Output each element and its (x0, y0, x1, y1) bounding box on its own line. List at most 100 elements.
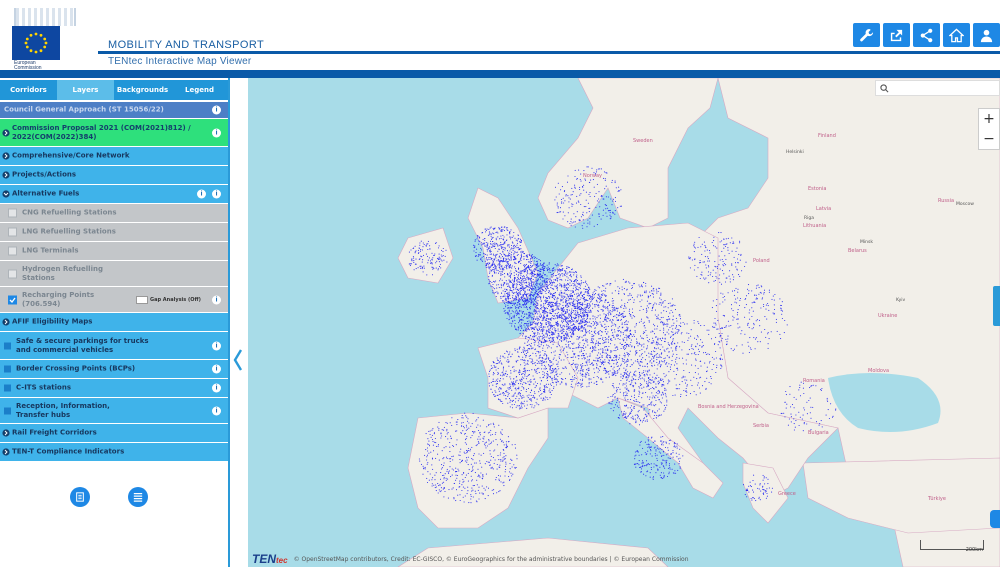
layer-label: Border Crossing Points (BCPs) (16, 364, 136, 373)
share-icon[interactable] (913, 23, 940, 47)
info-icon[interactable]: i (212, 406, 221, 415)
collapse-sidebar-handle[interactable] (230, 78, 248, 567)
layer-border-crossing[interactable]: Border Crossing Points (BCPs) i (0, 360, 228, 379)
tab-corridors[interactable]: Corridors (0, 80, 57, 100)
map-canvas[interactable]: Finland Sweden Norway Estonia Latvia Lit… (248, 78, 1000, 567)
layer-label: Hydrogen Refuelling Stations (22, 264, 103, 282)
info-icon[interactable]: i (212, 189, 221, 199)
eu-flag-icon (12, 26, 60, 60)
info-icon[interactable]: i (212, 341, 221, 350)
layer-lng-stations[interactable]: LNG Refuelling Stations (0, 223, 228, 242)
info-icon[interactable]: i (212, 128, 221, 137)
layer-comprehensive-core[interactable]: Comprehensive/Core Network (0, 147, 228, 166)
city-riga: Riga (804, 216, 814, 221)
chevron-down-icon (2, 190, 10, 198)
tentec-logo: TENtec (252, 552, 288, 566)
layer-safe-parkings[interactable]: Safe & secure parkings for trucks and co… (0, 332, 228, 360)
layer-label: Projects/Actions (12, 170, 77, 179)
zoom-control: + − (978, 108, 1000, 150)
zoom-in-button[interactable]: + (979, 109, 999, 129)
label-estonia: Estonia (808, 186, 827, 192)
label-greece: Greece (778, 491, 796, 497)
app-title: MOBILITY AND TRANSPORT (108, 39, 265, 51)
label-ukraine: Ukraine (878, 313, 898, 319)
layer-label: Commission Proposal 2021 (COM(2021)812) … (12, 123, 191, 141)
tab-backgrounds[interactable]: Backgrounds (114, 80, 171, 100)
locate-button[interactable] (990, 510, 1000, 528)
label-norway: Norway (583, 173, 602, 179)
wrench-icon[interactable] (853, 23, 880, 47)
info-icon[interactable]: i (197, 189, 206, 199)
document-icon[interactable] (70, 487, 90, 507)
info-icon[interactable]: i (212, 105, 221, 115)
layer-cits-stations[interactable]: C-ITS stations i (0, 379, 228, 398)
scale-label: 200km (965, 547, 983, 553)
layer-label: LNG Refuelling Stations (22, 227, 116, 236)
gap-analysis-label: Gap Analysis (Off) (150, 296, 201, 303)
layer-projects-actions[interactable]: Projects/Actions (0, 166, 228, 185)
layer-tent-compliance[interactable]: TEN-T Compliance Indicators (0, 443, 228, 462)
chevron-right-icon (2, 152, 10, 160)
european-commission-logo[interactable]: European Commission (12, 8, 92, 71)
layer-label: Safe & secure parkings for trucks and co… (16, 336, 149, 354)
tab-legend[interactable]: Legend (171, 80, 228, 100)
layer-commission-proposal[interactable]: Commission Proposal 2021 (COM(2021)812) … (0, 119, 228, 147)
zoom-out-button[interactable]: − (979, 129, 999, 149)
label-bulgaria: Bulgaria (808, 430, 829, 436)
city-kyiv: Kyiv (896, 298, 906, 303)
layer-list: Council General Approach (ST 15056/22) i… (0, 102, 228, 462)
map-attribution: TENtec © OpenStreetMap contributors, Cre… (252, 552, 689, 566)
layer-checkbox[interactable] (4, 407, 11, 414)
label-finland: Finland (818, 133, 836, 139)
layer-recharging-points[interactable]: Recharging Points (706.594) Gap Analysis… (0, 287, 228, 313)
info-icon[interactable]: i (212, 364, 221, 374)
layer-checkbox[interactable] (8, 246, 17, 256)
layer-checkbox[interactable] (4, 384, 11, 392)
gap-analysis-toggle[interactable]: Gap Analysis (Off) (136, 295, 201, 304)
layer-rail-freight[interactable]: Rail Freight Corridors (0, 424, 228, 443)
right-panel-tab[interactable] (993, 286, 1000, 326)
layer-checkbox[interactable] (8, 227, 17, 237)
layer-label: C-ITS stations (16, 383, 72, 392)
layer-lng-terminals[interactable]: LNG Terminals (0, 242, 228, 261)
label-belarus: Belarus (848, 248, 867, 254)
share-out-icon[interactable] (883, 23, 910, 47)
label-poland: Poland (753, 258, 770, 264)
layer-label: Recharging Points (706.594) (22, 290, 95, 308)
layer-council-approach[interactable]: Council General Approach (ST 15056/22) i (0, 102, 228, 119)
layer-checkbox-checked[interactable] (8, 295, 17, 304)
label-romania: Romania (803, 378, 825, 384)
info-icon[interactable]: i (212, 383, 221, 393)
label-lithuania: Lithuania (803, 223, 827, 229)
user-icon[interactable] (973, 23, 1000, 47)
list-icon[interactable] (128, 487, 148, 507)
chevron-left-icon[interactable] (233, 348, 243, 372)
layer-checkbox[interactable] (4, 342, 11, 349)
layer-checkbox[interactable] (4, 365, 11, 373)
layer-label: Council General Approach (ST 15056/22) (4, 105, 164, 114)
layer-alternative-fuels[interactable]: Alternative Fuels i i (0, 185, 228, 204)
label-turkiye: Türkiye (928, 496, 946, 502)
map-viewer-app: European Commission MOBILITY AND TRANSPO… (0, 0, 1000, 567)
layer-hydrogen-stations[interactable]: Hydrogen Refuelling Stations (0, 261, 228, 287)
chevron-right-icon (2, 448, 10, 456)
info-icon[interactable]: i (212, 295, 221, 304)
layer-reception-hubs[interactable]: Reception, Information, Transfer hubs i (0, 398, 228, 424)
layer-label: CNG Refuelling Stations (22, 208, 117, 217)
city-helsinki: Helsinki (786, 150, 804, 155)
map-search-input[interactable] (875, 80, 1000, 96)
scale-bar: 200km (920, 540, 984, 553)
layer-checkbox[interactable] (8, 269, 17, 278)
layer-afif-maps[interactable]: AFIF Eligibility Maps (0, 313, 228, 332)
app-subtitle: TENtec Interactive Map Viewer (108, 56, 252, 67)
label-serbia: Serbia (753, 423, 769, 429)
tab-layers[interactable]: Layers (57, 80, 114, 100)
toggle-switch[interactable] (136, 295, 148, 304)
chevron-right-icon (2, 171, 10, 179)
header-divider (98, 51, 1000, 54)
layer-checkbox[interactable] (8, 208, 17, 218)
label-sweden: Sweden (633, 138, 653, 144)
layer-cng-stations[interactable]: CNG Refuelling Stations (0, 204, 228, 223)
home-icon[interactable] (943, 23, 970, 47)
layer-label: Alternative Fuels (12, 189, 80, 198)
